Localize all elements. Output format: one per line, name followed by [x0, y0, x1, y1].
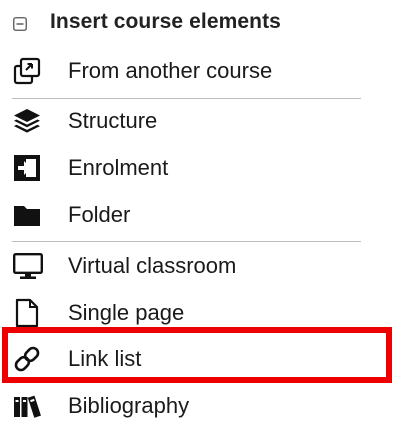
menu-item-label: Link list [68, 346, 142, 371]
menu-item-virtual-classroom[interactable]: Virtual classroom [12, 243, 364, 289]
divider [12, 241, 361, 242]
menu-item-enrolment[interactable]: Enrolment [12, 145, 364, 191]
sign-in-icon [12, 153, 46, 183]
menu-item-from-another-course[interactable]: From another course [12, 48, 364, 94]
link-icon [12, 344, 46, 374]
file-icon [12, 298, 46, 328]
menu-item-folder[interactable]: Folder [12, 192, 364, 238]
menu-item-label: Structure [68, 108, 158, 133]
monitor-icon [12, 251, 46, 281]
menu-item-link-list[interactable]: Link list [12, 336, 364, 382]
copy-icon [12, 56, 46, 86]
menu-item-label: Folder [68, 202, 131, 227]
menu-item-label: Single page [68, 300, 185, 325]
books-icon [12, 391, 46, 421]
folder-icon [12, 200, 46, 230]
menu-item-label: Enrolment [68, 155, 169, 180]
menu-item-bibliography[interactable]: Bibliography [12, 383, 364, 429]
menu-item-label: Virtual classroom [68, 253, 237, 278]
section-header[interactable]: Insert course elements [12, 4, 392, 40]
insert-course-elements-panel: Insert course elements From another cour… [0, 0, 404, 427]
menu-item-single-page[interactable]: Single page [12, 290, 364, 336]
menu-item-label: From another course [68, 58, 273, 83]
menu-item-label: Bibliography [68, 393, 190, 418]
minus-square-icon[interactable] [12, 16, 28, 32]
layers-icon [12, 106, 46, 136]
menu-item-structure[interactable]: Structure [12, 98, 364, 144]
section-title: Insert course elements [50, 10, 281, 33]
